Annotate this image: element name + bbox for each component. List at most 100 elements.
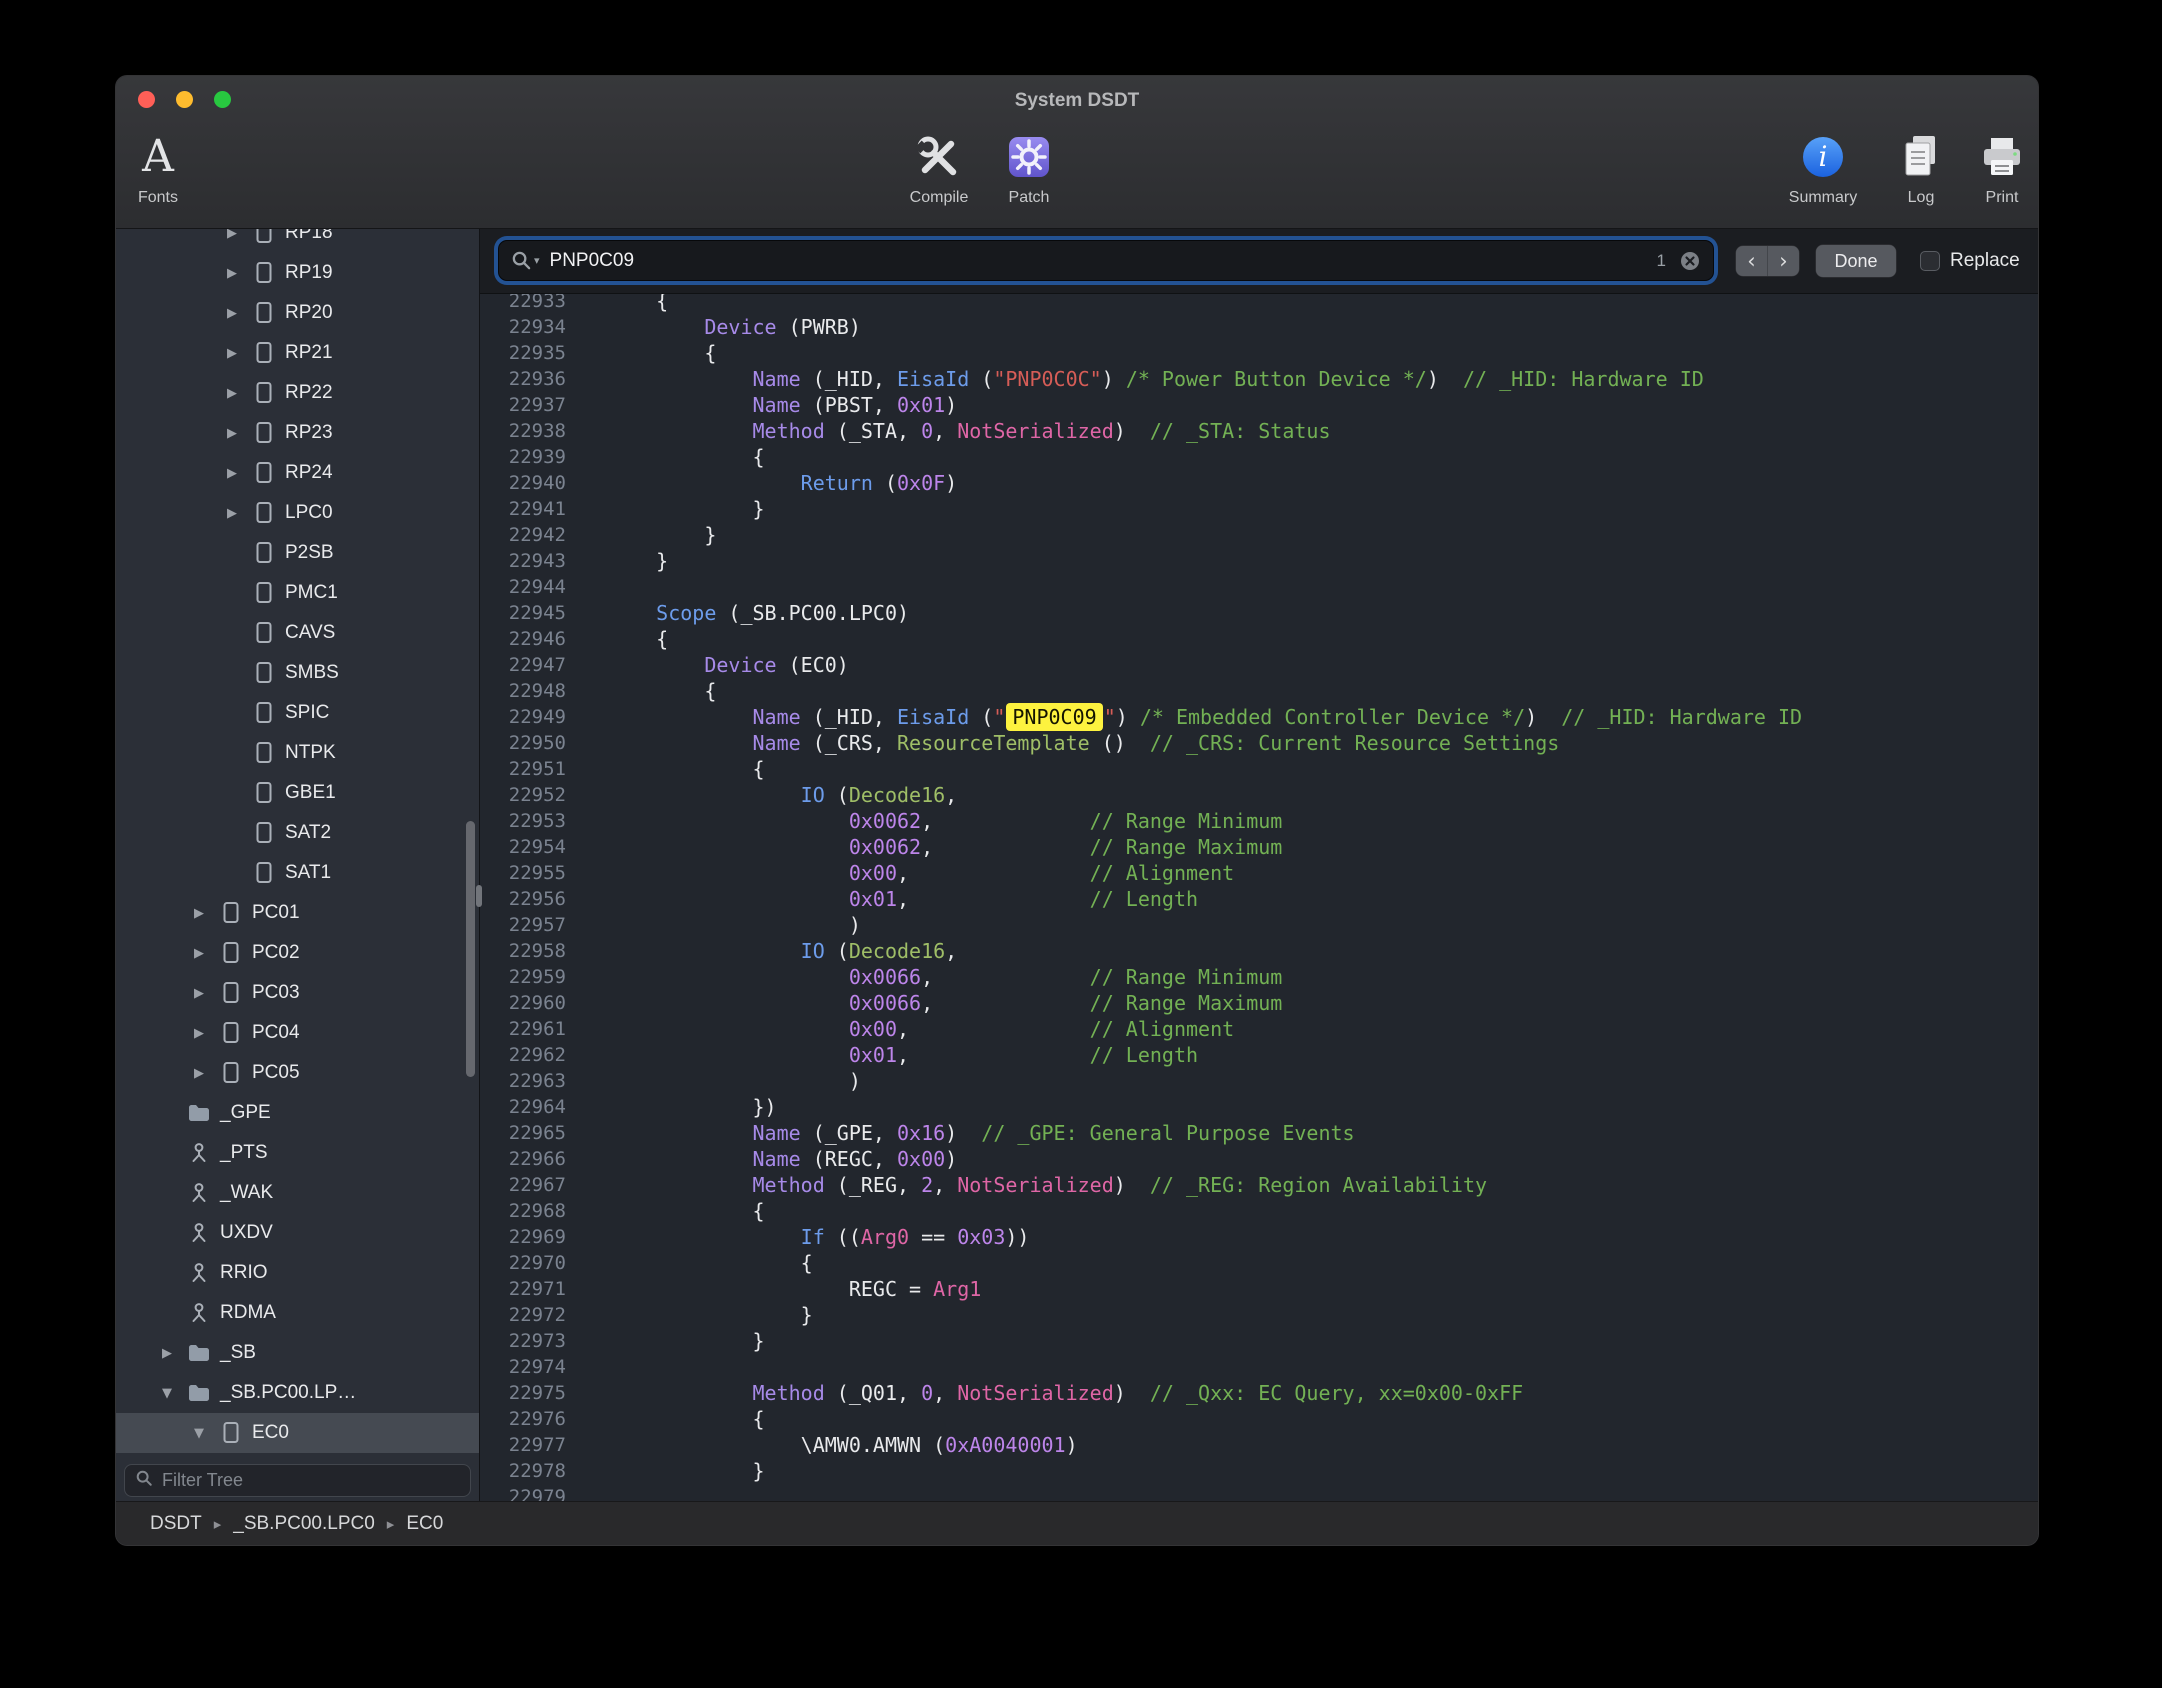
tree-item-rp24[interactable]: ▶RP24 — [116, 453, 479, 493]
folder-icon — [187, 1341, 211, 1365]
tree-item-ec0[interactable]: ▼EC0 — [116, 1413, 479, 1453]
doc-icon — [219, 1421, 243, 1445]
breadcrumb-item-ec0[interactable]: EC0 — [406, 1513, 443, 1535]
next-match-button[interactable]: › — [1768, 246, 1799, 276]
search-input[interactable]: ▾ PNP0C09 1 — [498, 240, 1714, 281]
tree-item-label: RRIO — [220, 1262, 268, 1284]
disclosure-collapsed-icon[interactable]: ▶ — [184, 1066, 214, 1081]
doc-icon — [252, 701, 276, 725]
tree-item-rp19[interactable]: ▶RP19 — [116, 253, 479, 293]
code-text: 0x0066, // Range Minimum — [608, 964, 1282, 990]
doc-icon — [219, 1021, 243, 1045]
tree-item-rdma[interactable]: RDMA — [116, 1293, 479, 1333]
tree-item-rp21[interactable]: ▶RP21 — [116, 333, 479, 373]
tree-item-pc02[interactable]: ▶PC02 — [116, 933, 479, 973]
tree-item-pts[interactable]: _PTS — [116, 1133, 479, 1173]
breadcrumb-item-dsdt[interactable]: DSDT — [150, 1513, 202, 1535]
tree-item-sat2[interactable]: SAT2 — [116, 813, 479, 853]
code-text: 0x01, // Length — [608, 1042, 1198, 1068]
replace-checkbox[interactable] — [1920, 251, 1940, 271]
tree-item-sb[interactable]: ▶_SB — [116, 1333, 479, 1373]
disclosure-collapsed-icon[interactable]: ▶ — [184, 1026, 214, 1041]
tree-item-rp23[interactable]: ▶RP23 — [116, 413, 479, 453]
replace-option: Replace — [1920, 245, 2020, 277]
tree-item-rp20[interactable]: ▶RP20 — [116, 293, 479, 333]
tree-item-uxdv[interactable]: UXDV — [116, 1213, 479, 1253]
line-number: 22935 — [480, 340, 566, 366]
line-number: 22979 — [480, 1484, 566, 1501]
disclosure-collapsed-icon[interactable]: ▶ — [217, 229, 247, 241]
disclosure-collapsed-icon[interactable]: ▶ — [184, 986, 214, 1001]
window: System DSDT A Fonts Compile — [116, 76, 2038, 1545]
patch-button[interactable]: Patch — [969, 128, 1089, 207]
close-button[interactable] — [138, 91, 155, 108]
code-text: 0x00, // Alignment — [608, 860, 1234, 886]
tree-item-gpe[interactable]: _GPE — [116, 1093, 479, 1133]
print-button[interactable]: Print — [1942, 128, 2038, 207]
code-line: 22936 Name (_HID, EisaId ("PNP0C0C") /* … — [480, 366, 2038, 392]
tree-item-pmc1[interactable]: PMC1 — [116, 573, 479, 613]
code-text: { — [608, 294, 668, 314]
line-number: 22976 — [480, 1406, 566, 1432]
line-number: 22977 — [480, 1432, 566, 1458]
titlebar: System DSDT — [116, 76, 2038, 122]
tree-item-ntpk[interactable]: NTPK — [116, 733, 479, 773]
line-number: 22945 — [480, 600, 566, 626]
tree-item-pc04[interactable]: ▶PC04 — [116, 1013, 479, 1053]
disclosure-collapsed-icon[interactable]: ▶ — [217, 426, 247, 441]
code-text: IO (Decode16, — [608, 938, 957, 964]
tree-item-pc01[interactable]: ▶PC01 — [116, 893, 479, 933]
tree-item-p2sb[interactable]: P2SB — [116, 533, 479, 573]
filter-tree-input[interactable]: Filter Tree — [124, 1464, 471, 1497]
line-number: 22964 — [480, 1094, 566, 1120]
tree-item-label: _PTS — [220, 1142, 268, 1164]
tree-item-sbpc00lp[interactable]: ▼_SB.PC00.LP… — [116, 1373, 479, 1413]
breadcrumb-separator-icon: ▸ — [387, 1515, 395, 1533]
disclosure-collapsed-icon[interactable]: ▶ — [184, 906, 214, 921]
tree-item-rp18[interactable]: ▶RP18 — [116, 229, 479, 253]
code-text: Name (_HID, EisaId ("PNP0C09") /* Embedd… — [608, 704, 1802, 730]
tree-item-cavs[interactable]: CAVS — [116, 613, 479, 653]
tree-item-sat1[interactable]: SAT1 — [116, 853, 479, 893]
fonts-label: Fonts — [138, 189, 178, 207]
line-number: 22944 — [480, 574, 566, 600]
disclosure-collapsed-icon[interactable]: ▶ — [217, 466, 247, 481]
zoom-button[interactable] — [214, 91, 231, 108]
fonts-button[interactable]: A Fonts — [116, 128, 218, 207]
search-options-icon[interactable]: ▾ — [511, 250, 540, 271]
disclosure-collapsed-icon[interactable]: ▶ — [152, 1346, 182, 1361]
code-line: 22973 } — [480, 1328, 2038, 1354]
disclosure-collapsed-icon[interactable]: ▶ — [217, 266, 247, 281]
disclosure-collapsed-icon[interactable]: ▶ — [217, 386, 247, 401]
minimize-button[interactable] — [176, 91, 193, 108]
code-text: { — [608, 1406, 765, 1432]
tree-item-rp22[interactable]: ▶RP22 — [116, 373, 479, 413]
done-button[interactable]: Done — [1816, 245, 1896, 277]
doc-icon — [252, 861, 276, 885]
sidebar-scrollbar-thumb[interactable] — [466, 821, 475, 1077]
tree-item-label: SAT1 — [285, 862, 331, 884]
tree-item-pc05[interactable]: ▶PC05 — [116, 1053, 479, 1093]
disclosure-collapsed-icon[interactable]: ▶ — [217, 306, 247, 321]
tree-item-gbe1[interactable]: GBE1 — [116, 773, 479, 813]
code-line: 22965 Name (_GPE, 0x16) // _GPE: General… — [480, 1120, 2038, 1146]
previous-match-button[interactable]: ‹ — [1736, 246, 1767, 276]
tree-item-pc03[interactable]: ▶PC03 — [116, 973, 479, 1013]
code-line: 22978 } — [480, 1458, 2038, 1484]
splitter-handle[interactable] — [476, 885, 482, 907]
disclosure-collapsed-icon[interactable]: ▶ — [217, 506, 247, 521]
disclosure-collapsed-icon[interactable]: ▶ — [184, 946, 214, 961]
tree-item-wak[interactable]: _WAK — [116, 1173, 479, 1213]
disclosure-expanded-icon[interactable]: ▼ — [152, 1386, 182, 1401]
disclosure-expanded-icon[interactable]: ▼ — [184, 1426, 214, 1441]
sidebar-tree[interactable]: ▶RP18▶RP19▶RP20▶RP21▶RP22▶RP23▶RP24▶LPC0… — [116, 229, 479, 1459]
clear-search-icon[interactable] — [1679, 250, 1701, 272]
tree-item-rrio[interactable]: RRIO — [116, 1253, 479, 1293]
tree-item-lpc0[interactable]: ▶LPC0 — [116, 493, 479, 533]
tree-item-smbs[interactable]: SMBS — [116, 653, 479, 693]
code-line: 22942 } — [480, 522, 2038, 548]
tree-item-spic[interactable]: SPIC — [116, 693, 479, 733]
breadcrumb-item-scope[interactable]: _SB.PC00.LPC0 — [233, 1513, 375, 1535]
disclosure-collapsed-icon[interactable]: ▶ — [217, 346, 247, 361]
code-editor[interactable]: 22933 {22934 Device (PWRB)22935 {22936 N… — [480, 294, 2038, 1501]
